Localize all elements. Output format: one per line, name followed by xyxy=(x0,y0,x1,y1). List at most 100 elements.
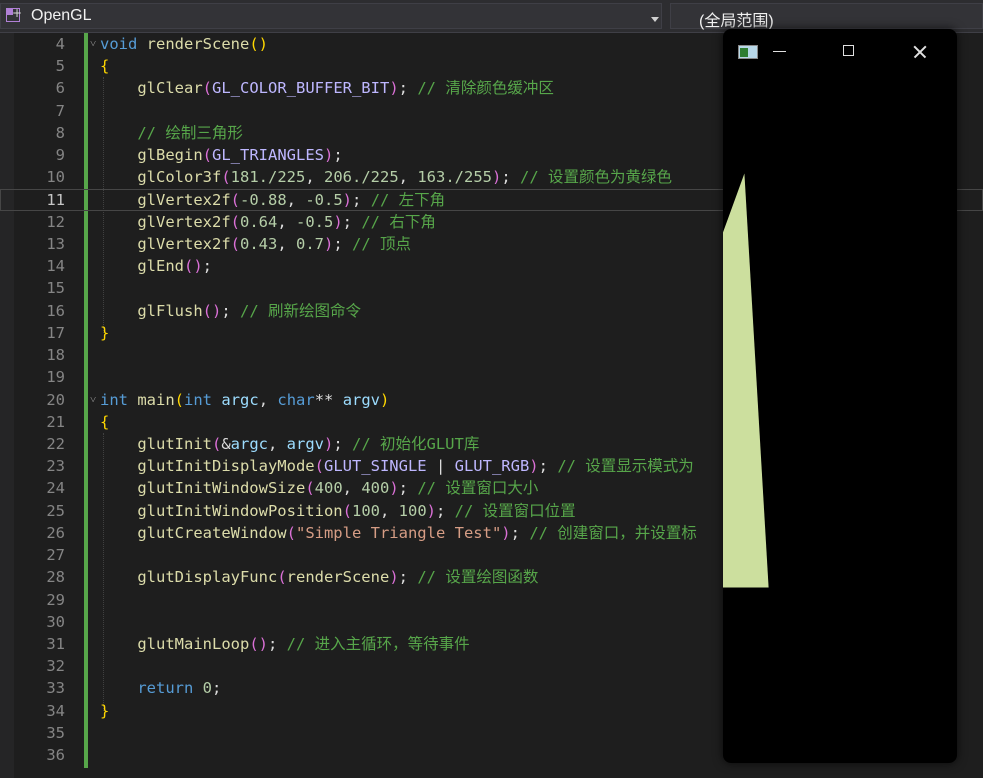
code-token: () xyxy=(249,35,268,53)
code-token: { xyxy=(100,412,110,431)
close-button[interactable] xyxy=(901,37,937,67)
code-token: return xyxy=(137,679,194,698)
code-token: 206./225 xyxy=(324,168,399,187)
code-token: ) xyxy=(333,212,343,231)
code-token: ( xyxy=(305,479,315,498)
line-number: 33 xyxy=(46,679,65,698)
line-number: 36 xyxy=(46,746,65,765)
maximize-button[interactable] xyxy=(831,37,867,67)
code-token: // 设置绘图函数 xyxy=(417,568,539,587)
code-token: ) xyxy=(426,501,436,520)
code-token: // 进入主循环，等待事件 xyxy=(286,634,470,653)
code-token: 400 xyxy=(361,479,390,498)
code-text: } xyxy=(100,700,109,722)
code-token: , xyxy=(342,479,362,498)
code-token: void xyxy=(100,35,138,53)
line-number: 14 xyxy=(46,257,65,276)
fold-toggle-icon[interactable]: ˅ xyxy=(90,389,96,411)
code-text: int main(int argc, char** argv) xyxy=(100,389,389,411)
code-token: 163./255 xyxy=(417,168,492,187)
line-number: 4 xyxy=(55,35,65,53)
code-token: , xyxy=(305,168,324,187)
code-token: } xyxy=(100,323,110,342)
line-number: 15 xyxy=(46,279,65,298)
opengl-window[interactable] xyxy=(723,29,957,763)
code-token: main xyxy=(137,390,175,409)
code-token: renderScene xyxy=(146,35,250,53)
code-token: // 初始化GLUT库 xyxy=(352,434,480,453)
line-number: 5 xyxy=(55,57,65,76)
line-number: 35 xyxy=(46,723,65,742)
line-number: 7 xyxy=(55,101,65,120)
scope-dropdown[interactable]: (全局范围) xyxy=(670,3,983,30)
code-token: ; xyxy=(267,634,287,653)
code-text: void renderScene() xyxy=(100,33,268,55)
code-text: glEnd(); xyxy=(100,255,212,277)
project-dropdown[interactable]: OpenGL xyxy=(0,3,662,29)
code-text: glClear(GL_COLOR_BUFFER_BIT); // 清除颜色缓冲区 xyxy=(100,77,554,99)
code-token: ) xyxy=(323,146,334,165)
code-token: ) xyxy=(529,457,539,476)
chevron-down-icon[interactable] xyxy=(651,17,659,22)
line-number: 22 xyxy=(46,434,65,453)
fold-toggle-icon[interactable]: ˅ xyxy=(90,33,96,55)
code-token: ( xyxy=(211,434,222,453)
code-token: glBegin xyxy=(137,146,203,165)
code-token: , xyxy=(379,501,399,520)
code-token: // 绘制三角形 xyxy=(137,123,243,142)
code-token: 400 xyxy=(314,479,343,498)
code-token: // 设置窗口位置 xyxy=(454,501,576,520)
code-token: } xyxy=(100,701,110,720)
code-token: , xyxy=(258,390,278,409)
line-number: 9 xyxy=(55,146,65,165)
code-token: ) xyxy=(324,434,334,453)
line-number: 19 xyxy=(46,368,65,387)
code-token: ; xyxy=(501,168,520,187)
code-token: 181./225 xyxy=(230,168,306,187)
code-token: ( xyxy=(221,168,231,187)
code-token: ; xyxy=(221,301,240,320)
code-text: // 绘制三角形 xyxy=(100,122,243,144)
code-token: ) xyxy=(389,479,399,498)
line-number: 10 xyxy=(46,168,65,187)
code-token: ; xyxy=(436,501,455,520)
line-number: 26 xyxy=(46,523,65,542)
line-number: 29 xyxy=(46,590,65,609)
code-token: , xyxy=(268,434,287,453)
code-token: // 创建窗口，并设置标 xyxy=(529,523,697,542)
code-text: glutDisplayFunc(renderScene); // 设置绘图函数 xyxy=(100,566,538,588)
code-token: argv xyxy=(342,390,381,409)
code-token: & xyxy=(221,434,231,453)
code-token: int xyxy=(184,390,213,409)
code-token: ; xyxy=(202,257,213,276)
code-token: // 顶点 xyxy=(352,234,412,253)
code-token: , xyxy=(398,168,418,187)
line-number: 12 xyxy=(46,212,65,231)
code-token: glutInit xyxy=(137,434,212,453)
code-token: glFlush xyxy=(137,301,203,320)
code-token: -0.5 xyxy=(305,190,343,209)
code-token: GL_TRIANGLES xyxy=(212,146,324,165)
code-token: ; xyxy=(352,190,371,209)
code-token: ; xyxy=(398,479,418,498)
code-token: 0.64 xyxy=(240,212,278,231)
render-canvas xyxy=(723,173,769,588)
code-token: ( xyxy=(342,501,352,520)
code-token: // 清除颜色缓冲区 xyxy=(417,79,554,98)
minimize-button[interactable] xyxy=(761,37,797,67)
cpp-project-icon xyxy=(6,6,22,22)
code-text: glFlush(); // 刷新绘图命令 xyxy=(100,300,361,322)
